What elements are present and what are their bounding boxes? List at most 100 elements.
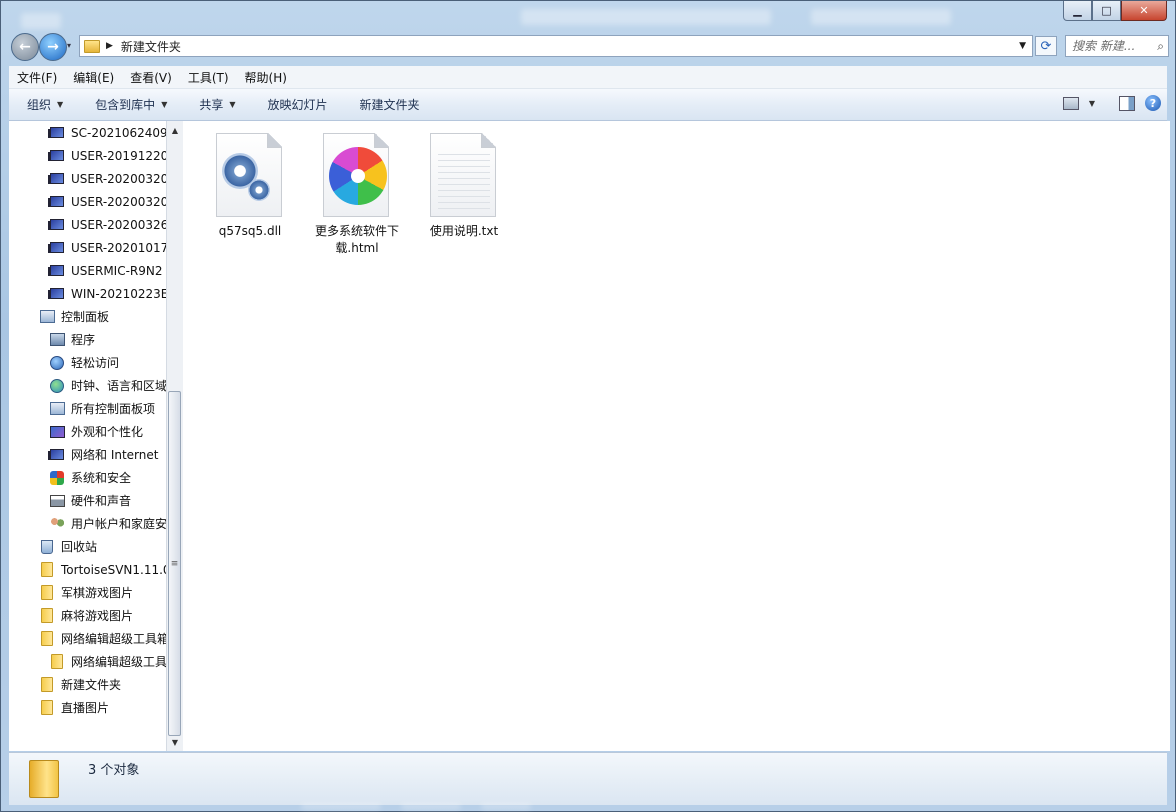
nav-item-folder[interactable]: 网络编辑超级工具 [49,650,166,673]
nav-item-computer[interactable]: USER-20200320. [48,167,166,190]
file-item-dll[interactable]: q57sq5.dll [202,133,298,240]
folder-icon [39,631,55,646]
slideshow-button[interactable]: 放映幻灯片 [250,96,342,113]
folder-icon [29,760,59,798]
address-bar[interactable]: ▶ 新建文件夹 ▼ [79,35,1033,57]
computer-icon [48,241,65,255]
scroll-down-icon[interactable]: ▼ [167,735,183,749]
search-box[interactable]: ⌕ [1065,35,1169,57]
nav-item-label: 时钟、语言和区域 [71,379,166,393]
file-name: 更多系统软件下载.html [314,224,399,255]
nav-item-label: WIN-20210223E [71,286,166,301]
dll-file-icon [216,133,284,219]
explorer-window: ▁ □ ✕ ← → ▾ ▶ 新建文件夹 ▼ ⟳ ⌕ 文件(F) 编辑(E) 查看… [0,0,1176,812]
computer-icon [48,172,65,186]
nav-item-label: 控制面板 [61,310,110,324]
nav-item-label: 轻松访问 [71,356,120,370]
nav-item-computer[interactable]: SC-20210624091 [48,121,166,144]
address-path[interactable]: 新建文件夹 [121,38,181,55]
nav-item-label: 直播图片 [61,701,110,715]
blurred-taskbar-text [21,13,61,29]
menu-view[interactable]: 查看(V) [122,69,180,86]
nav-item-label: 网络编辑超级工具箱 [61,632,166,646]
menu-tools[interactable]: 工具(T) [180,69,237,86]
nav-item-hardware-sound[interactable]: 硬件和声音 [49,489,131,512]
nav-item-label: 所有控制面板项 [71,402,156,416]
nav-item-label: 回收站 [61,540,98,554]
nav-item-computer[interactable]: USER-20200326\ [48,213,166,236]
nav-item-folder[interactable]: 军棋游戏图片 [39,581,133,604]
network-icon [48,448,65,462]
clock-language-icon [49,378,65,393]
file-item-html[interactable]: 更多系统软件下载.html [309,133,405,257]
maximize-button[interactable]: □ [1092,1,1121,21]
help-icon[interactable]: ? [1145,95,1161,111]
nav-item-folder[interactable]: 网络编辑超级工具箱 [39,627,166,650]
nav-item-all-control-panel[interactable]: 所有控制面板项 [49,397,155,420]
search-icon[interactable]: ⌕ [1157,39,1164,54]
nav-item-label: 新建文件夹 [61,678,122,692]
blurred-taskbar-text [301,804,381,809]
navigation-scrollbar[interactable]: ▲ ≡ ▼ [166,121,183,751]
view-options-dropdown-icon[interactable]: ▼ [1089,99,1095,108]
file-item-txt[interactable]: 使用说明.txt [416,133,512,240]
organize-button[interactable]: 组织 ▼ [9,96,77,113]
folder-icon [39,585,55,600]
file-list-area[interactable]: q57sq5.dll 更多系统软件下载.html 使用说明.txt [183,121,1170,751]
nav-item-recycle-bin[interactable]: 回收站 [39,535,97,558]
nav-item-computer[interactable]: USER-20200320( [48,190,166,213]
nav-item-network[interactable]: 网络和 Internet [48,443,158,466]
nav-item-computer[interactable]: WIN-20210223E [48,282,166,305]
search-input[interactable] [1072,39,1142,53]
nav-item-folder[interactable]: TortoiseSVN1.11.0 [39,558,166,581]
nav-item-control-panel[interactable]: 控制面板 [39,305,109,328]
nav-item-computer[interactable]: USER-20201017l [48,236,166,259]
nav-item-clock-language[interactable]: 时钟、语言和区域 [49,374,166,397]
menu-help[interactable]: 帮助(H) [237,69,295,86]
nav-item-ease-of-access[interactable]: 轻松访问 [49,351,119,374]
menu-edit[interactable]: 编辑(E) [65,69,122,86]
nav-item-label: 硬件和声音 [71,494,132,508]
nav-item-label: TortoiseSVN1.11.0 [61,562,166,577]
slideshow-label: 放映幻灯片 [267,98,328,112]
nav-item-label: 麻将游戏图片 [61,609,134,623]
breadcrumb-arrow-icon[interactable]: ▶ [106,41,113,51]
forward-button[interactable]: → [39,33,67,61]
nav-item-appearance[interactable]: 外观和个性化 [49,420,143,443]
item-count: 3 个对象 [88,763,140,778]
menu-bar: 文件(F) 编辑(E) 查看(V) 工具(T) 帮助(H) [9,66,1167,89]
title-bar[interactable]: ▁ □ ✕ [1,1,1175,31]
minimize-button[interactable]: ▁ [1063,1,1092,21]
nav-item-user-accounts[interactable]: 用户帐户和家庭安 [49,512,166,535]
address-dropdown-icon[interactable]: ▼ [1019,41,1026,51]
include-in-library-button[interactable]: 包含到库中 ▼ [77,96,181,113]
menu-file[interactable]: 文件(F) [9,69,65,86]
chevron-down-icon: ▼ [161,100,168,109]
nav-item-system-security[interactable]: 系统和安全 [49,466,131,489]
nav-item-folder[interactable]: 新建文件夹 [39,673,121,696]
change-view-icon[interactable] [1062,96,1079,110]
users-icon [49,517,65,531]
share-label: 共享 [199,98,224,112]
recent-pages-dropdown[interactable]: ▾ [67,41,71,50]
scroll-up-icon[interactable]: ▲ [167,123,183,137]
nav-item-folder[interactable]: 麻将游戏图片 [39,604,133,627]
computer-icon [48,287,65,301]
refresh-button[interactable]: ⟳ [1035,36,1057,56]
nav-item-computer[interactable]: USER-20191220l [48,144,166,167]
scrollbar-thumb[interactable]: ≡ [168,391,181,736]
back-button[interactable]: ← [11,33,39,61]
file-name: 使用说明.txt [429,224,499,238]
nav-item-computer[interactable]: USERMIC-R9N2 [48,259,163,282]
preview-pane-icon[interactable] [1119,95,1135,111]
new-folder-button[interactable]: 新建文件夹 [342,96,434,113]
computer-icon [48,218,65,232]
new-folder-label: 新建文件夹 [359,98,420,112]
blurred-taskbar-text [811,9,951,25]
nav-item-programs[interactable]: 程序 [49,328,95,351]
nav-item-label: 军棋游戏图片 [61,586,134,600]
close-button[interactable]: ✕ [1121,1,1167,21]
blurred-taskbar [1,802,1175,811]
nav-item-folder[interactable]: 直播图片 [39,696,109,719]
share-button[interactable]: 共享 ▼ [181,96,249,113]
